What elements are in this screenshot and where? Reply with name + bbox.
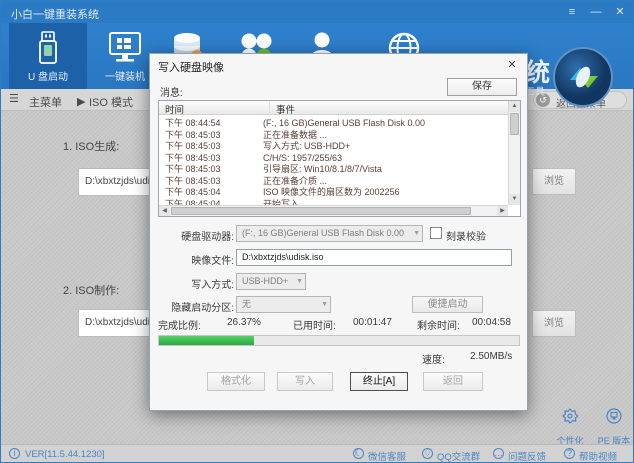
wechat-icon: ☾ — [353, 448, 364, 459]
vertical-scrollbar[interactable]: ▲ ▼ — [508, 101, 520, 205]
back-button[interactable]: 返回 — [423, 372, 483, 391]
log-event: (F:, 16 GB)General USB Flash Disk 0.00 — [263, 118, 425, 128]
write-button[interactable]: 写入 — [277, 372, 333, 391]
log-row[interactable]: 下午 08:45:03引导扇区: Win10/8.1/8/7/Vista — [159, 162, 508, 174]
hidden-partition-label: 隐藏启动分区: — [154, 299, 234, 314]
hidden-partition-value: 无 — [242, 299, 251, 309]
scroll-down-icon[interactable]: ▼ — [509, 194, 520, 205]
app-window: 小白一键重装系统 ≡ — ✕ U 盘启动 一键装机 — [0, 0, 634, 463]
window-close-icon[interactable]: ✕ — [611, 4, 629, 20]
usb-drive-icon — [35, 31, 61, 68]
wechat-support-link[interactable]: 微信客服 — [368, 449, 406, 463]
speed-value: 2.50MB/s — [470, 351, 512, 362]
breadcrumb-current: ISO 模式 — [89, 94, 133, 110]
abort-button[interactable]: 终止[A] — [350, 372, 408, 391]
dialog-title: 写入硬盘映像 — [158, 59, 224, 75]
log-row[interactable]: 下午 08:45:03C/H/S: 1957/255/63 — [159, 151, 508, 163]
qq-group-link[interactable]: QQ交流群 — [437, 449, 480, 463]
write-method-label: 写入方式: — [154, 276, 234, 291]
log-row[interactable]: 下午 08:45:04ISO 映像文件的扇区数为 2002256 — [159, 185, 508, 197]
progress-fill — [159, 336, 254, 345]
version-text: VER[11.5.44.1230] — [25, 449, 105, 460]
tab-usb-boot-label: U 盘启动 — [9, 68, 87, 83]
breadcrumb-root[interactable]: 主菜单 — [29, 94, 62, 110]
elapsed-time-value: 00:01:47 — [353, 317, 392, 328]
log-row[interactable]: 下午 08:45:03正在准备数据 ... — [159, 128, 508, 140]
tab-usb-boot[interactable]: U 盘启动 — [9, 23, 87, 89]
feedback-link[interactable]: 问题反馈 — [508, 449, 546, 463]
browse-button-1[interactable]: 浏览 — [532, 168, 576, 195]
pe-version-icon — [591, 408, 634, 429]
write-disk-image-dialog: 写入硬盘映像 ✕ 消息: 保存 时间 事件 下午 08:44:54(F:, 16… — [149, 53, 528, 411]
elapsed-time-label: 已用时间: — [293, 317, 336, 332]
log-column-event[interactable]: 事件 — [269, 102, 295, 116]
scroll-up-icon[interactable]: ▲ — [509, 101, 520, 112]
drive-select-value: (F:, 16 GB)General USB Flash Disk 0.00 — [242, 228, 404, 238]
window-menu-icon[interactable]: ≡ — [563, 4, 581, 20]
log-header: 时间 事件 — [159, 101, 508, 115]
browse-button-2[interactable]: 浏览 — [532, 310, 576, 337]
personalize-button[interactable]: 个性化 — [547, 408, 593, 449]
remaining-time-label: 剩余时间: — [417, 317, 460, 332]
chevron-down-icon: ▼ — [413, 226, 420, 241]
chevron-down-icon: ▼ — [296, 274, 303, 289]
iso-generate-label: 1. ISO生成: — [63, 138, 119, 154]
log-row[interactable]: 下午 08:44:54(F:, 16 GB)General USB Flash … — [159, 116, 508, 128]
log-rows: 下午 08:44:54(F:, 16 GB)General USB Flash … — [159, 116, 508, 205]
message-label: 消息: — [160, 84, 183, 99]
log-row[interactable]: 下午 08:45:03正在准备介质 ... — [159, 174, 508, 186]
feedback-icon: … — [493, 448, 504, 459]
status-bar: i VER[11.5.44.1230] ☾ 微信客服 ♢ QQ交流群 … 问题反… — [1, 444, 633, 462]
qq-icon: ♢ — [422, 448, 433, 459]
info-icon: i — [9, 448, 20, 459]
log-row[interactable]: 下午 08:45:03写入方式: USB-HDD+ — [159, 139, 508, 151]
scroll-right-icon[interactable]: ▶ — [497, 206, 508, 216]
hidden-partition-select[interactable]: 无 ▼ — [236, 296, 331, 313]
dialog-close-icon[interactable]: ✕ — [505, 58, 519, 72]
write-method-value: USB-HDD+ — [242, 276, 288, 286]
image-file-label: 映像文件: — [154, 252, 234, 267]
window-titlebar: 小白一键重装系统 ≡ — ✕ — [1, 1, 633, 23]
save-button[interactable]: 保存 — [447, 78, 517, 96]
breadcrumb-arrow-icon: ▶ — [77, 95, 85, 108]
pe-version-button[interactable]: PE 版本 — [591, 408, 634, 449]
window-minimize-icon[interactable]: — — [587, 4, 605, 20]
drive-label: 硬盘驱动器: — [154, 228, 234, 243]
scroll-left-icon[interactable]: ◀ — [159, 206, 170, 216]
horizontal-scroll-thumb[interactable] — [171, 207, 471, 215]
write-method-select[interactable]: USB-HDD+ ▼ — [236, 273, 306, 290]
brand-subtitle: 工具 — [525, 83, 545, 98]
help-video-icon: ? — [564, 448, 575, 459]
verify-checkbox[interactable] — [430, 227, 442, 239]
chevron-down-icon: ▼ — [321, 297, 328, 312]
hamburger-icon[interactable]: ☰ — [9, 92, 19, 105]
speed-label: 速度: — [422, 351, 445, 366]
remaining-time-value: 00:04:58 — [472, 317, 511, 328]
window-title: 小白一键重装系统 — [11, 6, 99, 22]
app-logo-icon — [552, 46, 614, 113]
log-column-time[interactable]: 时间 — [165, 102, 184, 116]
log-event: C/H/S: 1957/255/63 — [263, 153, 342, 163]
progress-bar — [158, 335, 520, 346]
personalize-icon — [547, 408, 593, 429]
easy-boot-button[interactable]: 便捷启动 — [412, 296, 483, 313]
drive-select[interactable]: (F:, 16 GB)General USB Flash Disk 0.00 ▼ — [236, 225, 423, 242]
log-event: 开始写入 ... — [263, 197, 309, 206]
monitor-icon — [107, 31, 143, 68]
format-button[interactable]: 格式化 — [207, 372, 265, 391]
vertical-scroll-thumb[interactable] — [510, 113, 519, 135]
horizontal-scrollbar[interactable]: ◀ ▶ — [159, 205, 508, 216]
verify-checkbox-label: 刻录校验 — [446, 228, 486, 243]
help-video-link[interactable]: 帮助视频 — [579, 449, 617, 463]
iso-make-label: 2. ISO制作: — [63, 282, 119, 298]
event-log-listview: 时间 事件 下午 08:44:54(F:, 16 GB)General USB … — [158, 100, 521, 217]
done-ratio-value: 26.37% — [227, 317, 261, 328]
log-time: 下午 08:45:04 — [159, 197, 263, 206]
done-ratio-label: 完成比例: — [158, 317, 201, 332]
image-file-input[interactable]: D:\xbxtzjds\udisk.iso — [236, 249, 512, 266]
